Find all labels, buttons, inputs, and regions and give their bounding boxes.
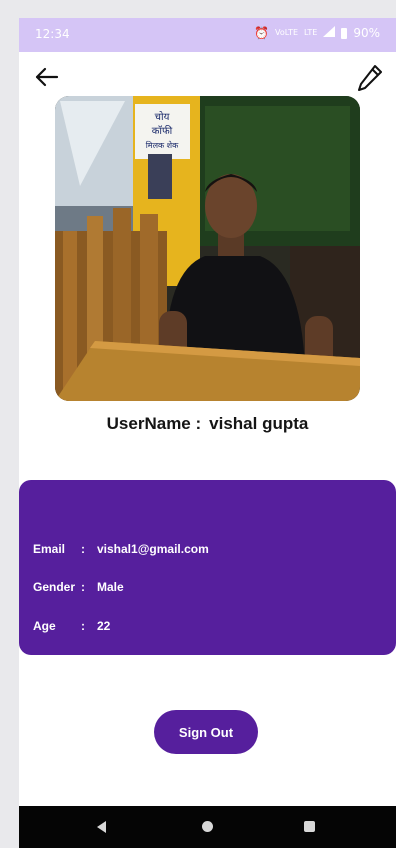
signal-icon <box>323 26 336 40</box>
username-label: UserName : <box>106 414 202 433</box>
email-label: Email <box>33 542 66 556</box>
gender-value: Male <box>97 580 124 594</box>
status-time: 12:34 <box>35 27 70 41</box>
battery-percent: 90% <box>353 26 380 40</box>
user-info-card: Email : vishal1@gmail.com Gender : Male … <box>19 480 396 655</box>
system-navigation-bar <box>19 806 396 848</box>
username-row: UserName : vishal gupta <box>19 414 396 434</box>
status-bar: 12:34 ⏰ VoLTE LTE 90% <box>19 18 396 52</box>
pencil-icon[interactable] <box>356 63 384 93</box>
age-label: Age <box>33 619 56 633</box>
gender-label: Gender <box>33 580 76 594</box>
email-value: vishal1@gmail.com <box>97 542 209 556</box>
sign-line-1: चोय <box>155 111 170 123</box>
battery-icon <box>341 27 348 39</box>
status-icons: ⏰ VoLTE LTE 90% <box>254 26 380 40</box>
age-separator: : <box>81 619 85 633</box>
nav-recents-icon[interactable] <box>304 821 315 832</box>
profile-photo: चोय कॉफी मिलक शेक <box>55 96 360 401</box>
nav-home-icon[interactable] <box>202 821 213 832</box>
email-row: Email : vishal1@gmail.com <box>33 542 209 556</box>
lte-label: LTE <box>304 28 318 37</box>
username-value: vishal gupta <box>209 414 309 433</box>
age-value: 22 <box>97 619 111 633</box>
nav-back-icon[interactable] <box>97 821 106 833</box>
volte-label: VoLTE <box>274 28 299 37</box>
age-row: Age : 22 <box>33 619 110 633</box>
alarm-icon: ⏰ <box>254 26 269 40</box>
profile-screen: 12:34 ⏰ VoLTE LTE 90% चोय कॉफी मिलक शेक … <box>19 18 396 848</box>
sign-line-3: मिलक शेक <box>146 140 179 150</box>
email-separator: : <box>81 542 85 556</box>
gender-row: Gender : Male <box>33 580 124 594</box>
back-arrow-icon[interactable] <box>33 66 61 88</box>
sign-out-button[interactable]: Sign Out <box>154 710 258 754</box>
gender-separator: : <box>81 580 85 594</box>
sign-line-2: कॉफी <box>152 125 173 137</box>
